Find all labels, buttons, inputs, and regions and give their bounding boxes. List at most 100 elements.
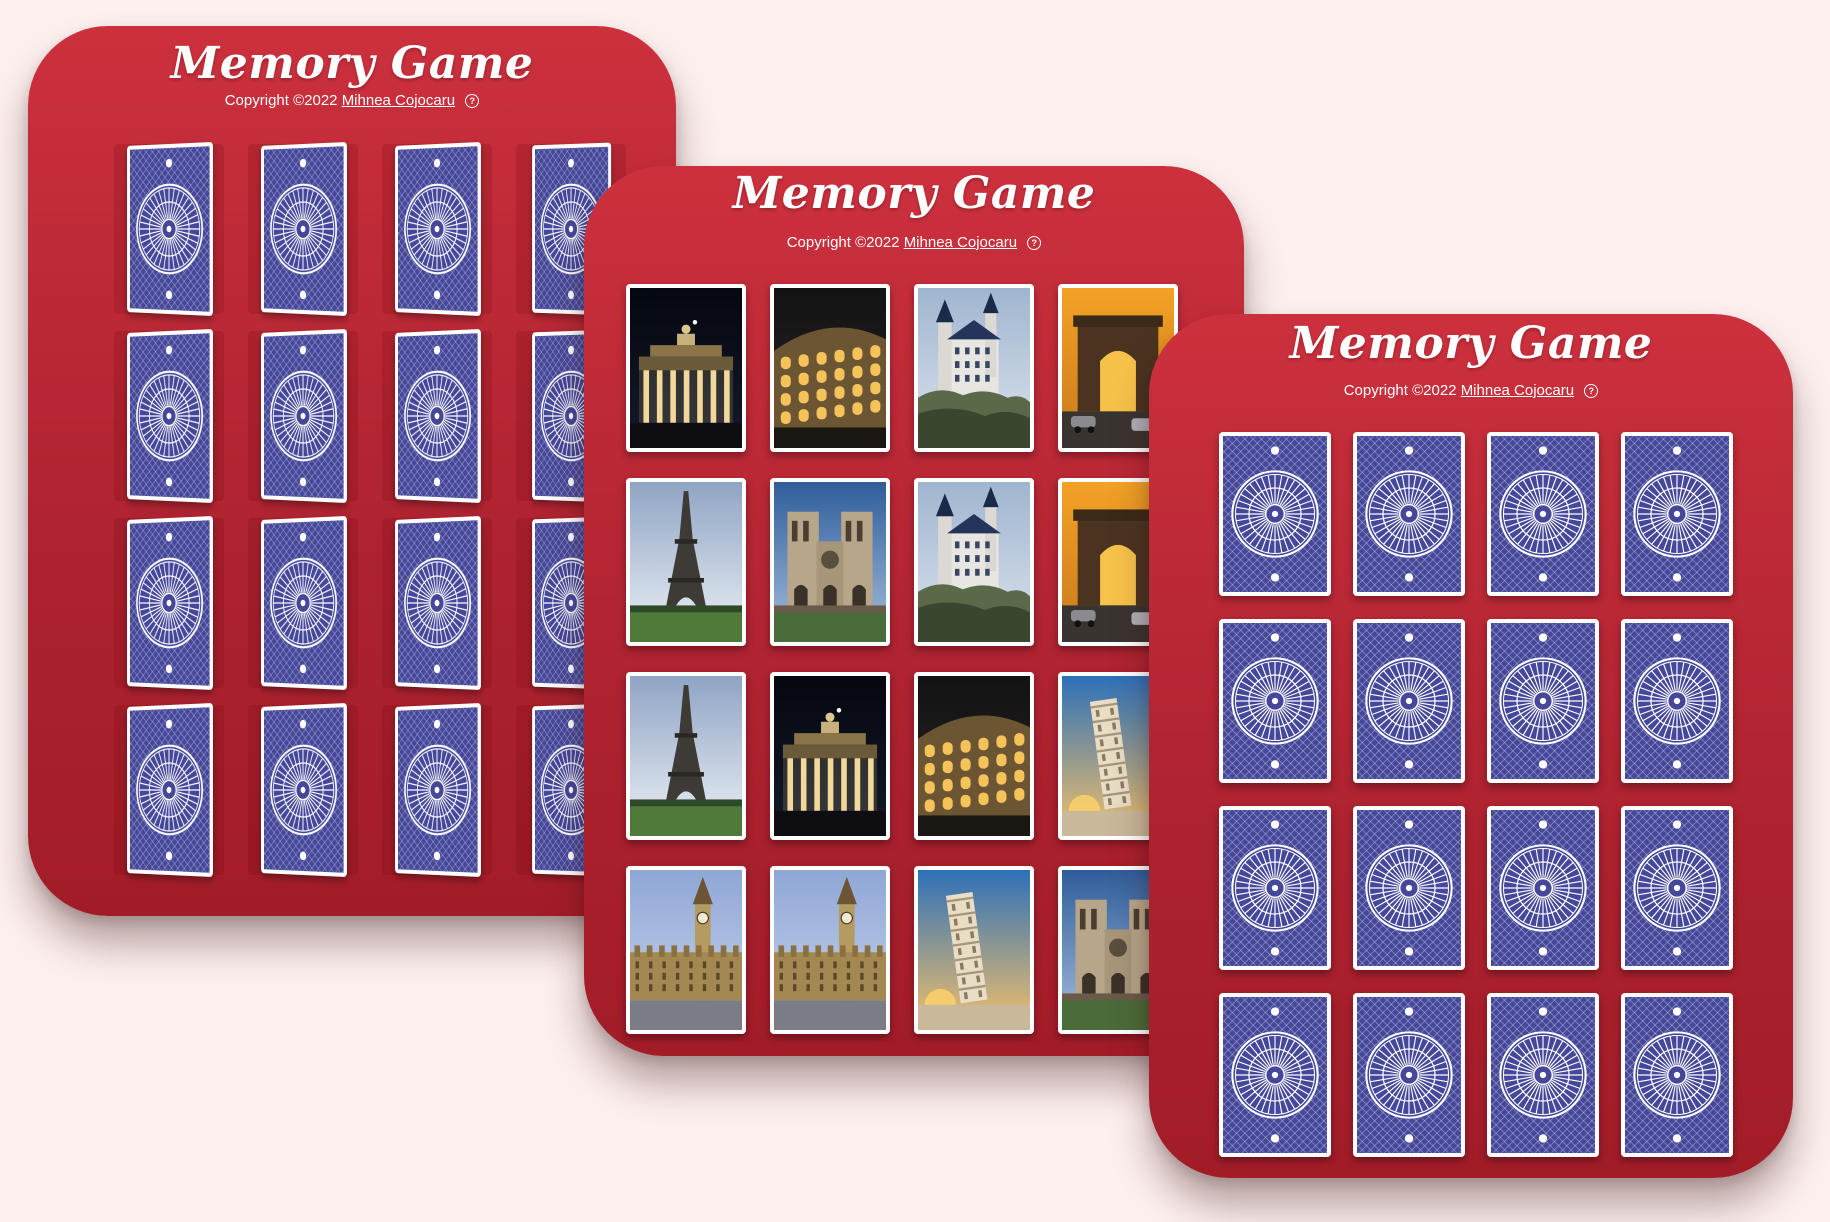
author-link[interactable]: Mihnea Cojocaru — [1461, 382, 1574, 399]
card-big-ben[interactable] — [770, 866, 890, 1034]
card-slot[interactable] — [1487, 806, 1599, 970]
card-back[interactable] — [1621, 993, 1733, 1157]
card-slot[interactable] — [626, 672, 746, 840]
card-back[interactable] — [1353, 432, 1465, 596]
game-board-flipping: Memory Game Copyright ©2022 Mihnea Cojoc… — [28, 26, 676, 916]
card-back[interactable] — [1353, 619, 1465, 783]
card-back[interactable] — [1353, 993, 1465, 1157]
card-back[interactable] — [1487, 806, 1599, 970]
card-back[interactable] — [1219, 993, 1331, 1157]
card-slot[interactable] — [1219, 432, 1331, 596]
game-board-revealed: Memory Game Copyright ©2022 Mihnea Cojoc… — [584, 166, 1244, 1056]
card-slot[interactable] — [114, 518, 224, 688]
card-slot[interactable] — [914, 284, 1034, 452]
card-back[interactable] — [395, 142, 481, 316]
card-slot[interactable] — [1621, 619, 1733, 783]
card-back[interactable] — [261, 703, 347, 877]
card-back[interactable] — [395, 516, 481, 690]
card-slot[interactable] — [914, 866, 1034, 1034]
copyright-line: Copyright ©2022 Mihnea Cojocaru ? — [28, 92, 676, 109]
card-back[interactable] — [1621, 806, 1733, 970]
card-eiffel-tower[interactable] — [626, 672, 746, 840]
card-slot[interactable] — [626, 866, 746, 1034]
card-back[interactable] — [1353, 806, 1465, 970]
game-title: Memory Game — [584, 168, 1244, 219]
card-grid — [1219, 432, 1733, 1157]
card-slot[interactable] — [382, 144, 492, 314]
copyright-line: Copyright ©2022 Mihnea Cojocaru ? — [584, 234, 1244, 251]
author-link[interactable]: Mihnea Cojocaru — [904, 234, 1017, 251]
card-big-ben[interactable] — [626, 866, 746, 1034]
card-slot[interactable] — [1621, 806, 1733, 970]
card-slot[interactable] — [626, 284, 746, 452]
card-slot[interactable] — [770, 866, 890, 1034]
card-back[interactable] — [261, 329, 347, 503]
card-slot[interactable] — [114, 144, 224, 314]
card-back[interactable] — [395, 703, 481, 877]
copyright-text: Copyright ©2022 — [225, 92, 338, 109]
card-slot[interactable] — [1353, 993, 1465, 1157]
card-slot[interactable] — [770, 672, 890, 840]
help-icon[interactable]: ? — [465, 94, 479, 108]
card-eiffel-tower[interactable] — [626, 478, 746, 646]
card-slot[interactable] — [1353, 806, 1465, 970]
card-colosseum[interactable] — [770, 284, 890, 452]
card-brandenburg-gate[interactable] — [770, 672, 890, 840]
card-back[interactable] — [261, 142, 347, 316]
card-grid — [626, 284, 1178, 1034]
copyright-text: Copyright ©2022 — [1344, 382, 1457, 399]
copyright-text: Copyright ©2022 — [787, 234, 900, 251]
card-slot[interactable] — [770, 478, 890, 646]
card-slot[interactable] — [114, 331, 224, 501]
game-title: Memory Game — [28, 38, 676, 89]
card-slot[interactable] — [248, 331, 358, 501]
card-back[interactable] — [1487, 993, 1599, 1157]
card-slot[interactable] — [382, 705, 492, 875]
help-icon[interactable]: ? — [1584, 384, 1598, 398]
card-slot[interactable] — [1487, 993, 1599, 1157]
card-slot[interactable] — [1353, 432, 1465, 596]
card-neuschwanstein-castle[interactable] — [914, 284, 1034, 452]
card-slot[interactable] — [382, 518, 492, 688]
game-board-face-down: Memory Game Copyright ©2022 Mihnea Cojoc… — [1149, 314, 1793, 1178]
card-slot[interactable] — [1487, 432, 1599, 596]
card-slot[interactable] — [914, 478, 1034, 646]
card-back[interactable] — [395, 329, 481, 503]
card-slot[interactable] — [1219, 806, 1331, 970]
card-back[interactable] — [127, 142, 213, 316]
card-slot[interactable] — [1621, 993, 1733, 1157]
card-back[interactable] — [1621, 432, 1733, 596]
card-notre-dame[interactable] — [770, 478, 890, 646]
card-back[interactable] — [1219, 619, 1331, 783]
card-colosseum[interactable] — [914, 672, 1034, 840]
card-back[interactable] — [1219, 432, 1331, 596]
card-slot[interactable] — [1621, 432, 1733, 596]
card-back[interactable] — [127, 516, 213, 690]
card-slot[interactable] — [248, 518, 358, 688]
card-back[interactable] — [1219, 806, 1331, 970]
card-slot[interactable] — [114, 705, 224, 875]
card-back[interactable] — [1487, 619, 1599, 783]
card-back[interactable] — [1487, 432, 1599, 596]
card-slot[interactable] — [914, 672, 1034, 840]
card-slot[interactable] — [626, 478, 746, 646]
card-slot[interactable] — [1353, 619, 1465, 783]
card-slot[interactable] — [382, 331, 492, 501]
author-link[interactable]: Mihnea Cojocaru — [342, 92, 455, 109]
copyright-line: Copyright ©2022 Mihnea Cojocaru ? — [1149, 382, 1793, 399]
card-back[interactable] — [261, 516, 347, 690]
card-back[interactable] — [127, 703, 213, 877]
game-title: Memory Game — [1149, 318, 1793, 369]
card-back[interactable] — [1621, 619, 1733, 783]
card-slot[interactable] — [770, 284, 890, 452]
card-leaning-tower-of-pisa[interactable] — [914, 866, 1034, 1034]
card-slot[interactable] — [1487, 619, 1599, 783]
card-slot[interactable] — [248, 144, 358, 314]
card-slot[interactable] — [248, 705, 358, 875]
card-neuschwanstein-castle[interactable] — [914, 478, 1034, 646]
help-icon[interactable]: ? — [1027, 236, 1041, 250]
card-slot[interactable] — [1219, 993, 1331, 1157]
card-back[interactable] — [127, 329, 213, 503]
card-brandenburg-gate[interactable] — [626, 284, 746, 452]
card-slot[interactable] — [1219, 619, 1331, 783]
